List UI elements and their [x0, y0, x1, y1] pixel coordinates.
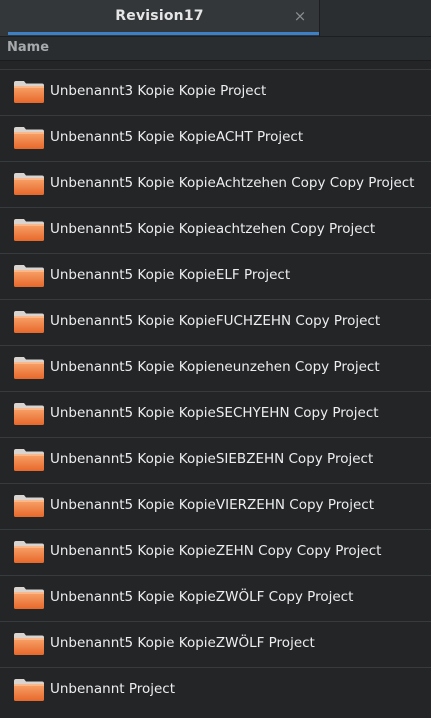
- folder-icon: [14, 265, 44, 287]
- file-name: Unbenannt5 Kopie KopieZEHN Copy Copy Pro…: [50, 543, 382, 559]
- file-row[interactable]: Unbenannt5 Kopie KopieZWÖLF Project: [0, 621, 431, 667]
- folder-icon: [14, 541, 44, 563]
- tab-revision[interactable]: Revision17 ×: [0, 0, 320, 36]
- file-name: Unbenannt5 Kopie KopieZWÖLF Project: [50, 635, 315, 651]
- folder-icon: [14, 449, 44, 471]
- file-row[interactable]: Unbenannt5 Kopie KopieZWÖLF Copy Project: [0, 575, 431, 621]
- file-row[interactable]: Unbenannt5 Kopie Kopieneunzehen Copy Pro…: [0, 345, 431, 391]
- folder-icon: [14, 587, 44, 609]
- file-name: Unbenannt5 Kopie KopieFUCHZEHN Copy Proj…: [50, 313, 381, 329]
- folder-icon: [14, 495, 44, 517]
- file-name: Unbenannt5 Kopie KopieAchtzehen Copy Cop…: [50, 175, 415, 191]
- file-row[interactable]: Unbenannt5 Kopie KopieVIERZEHN Copy Proj…: [0, 483, 431, 529]
- file-name: Unbenannt5 Kopie KopieSIEBZEHN Copy Proj…: [50, 451, 374, 467]
- file-row[interactable]: Unbenannt5 Kopie KopieSIEBZEHN Copy Proj…: [0, 437, 431, 483]
- file-name: Unbenannt5 Kopie KopieACHT Project: [50, 129, 304, 145]
- file-row[interactable]: Unbenannt5 Kopie KopieFUCHZEHN Copy Proj…: [0, 299, 431, 345]
- file-name: Unbenannt5 Kopie KopieZWÖLF Copy Project: [50, 589, 354, 605]
- file-name: Unbenannt Project: [50, 681, 176, 697]
- file-row[interactable]: Unbenannt5 Kopie KopieZEHN Copy Copy Pro…: [0, 529, 431, 575]
- active-tab-indicator: [8, 32, 319, 35]
- folder-icon: [14, 357, 44, 379]
- close-icon[interactable]: ×: [292, 7, 308, 25]
- folder-icon: [14, 81, 44, 103]
- file-list: Unbenannt3 Kopie Kopie Project Unbenannt5…: [0, 61, 431, 718]
- tab-title: Revision17: [115, 8, 204, 24]
- tab-bar: Revision17 ×: [0, 0, 431, 37]
- file-row[interactable]: Unbenannt5 Kopie KopieSECHYEHN Copy Proj…: [0, 391, 431, 437]
- column-header-label: Name: [7, 40, 50, 55]
- folder-icon: [14, 219, 44, 241]
- file-name: Unbenannt3 Kopie Kopie Project: [50, 83, 267, 99]
- file-name: Unbenannt5 Kopie Kopieneunzehen Copy Pro…: [50, 359, 380, 375]
- folder-icon: [14, 633, 44, 655]
- file-row[interactable]: Unbenannt5 Kopie KopieACHT Project: [0, 115, 431, 161]
- folder-icon: [14, 403, 44, 425]
- file-name: Unbenannt5 Kopie KopieSECHYEHN Copy Proj…: [50, 405, 379, 421]
- file-name: Unbenannt5 Kopie KopieVIERZEHN Copy Proj…: [50, 497, 375, 513]
- file-name: Unbenannt5 Kopie Kopieachtzehen Copy Pro…: [50, 221, 376, 237]
- folder-icon: [14, 311, 44, 333]
- column-header-name[interactable]: Name: [0, 37, 431, 61]
- file-name: Unbenannt5 Kopie KopieELF Project: [50, 267, 291, 283]
- file-row[interactable]: Unbenannt5 Kopie KopieELF Project: [0, 253, 431, 299]
- folder-icon: [14, 679, 44, 701]
- file-row[interactable]: Unbenannt3 Kopie Kopie Project: [0, 69, 431, 115]
- folder-icon: [14, 173, 44, 195]
- file-row[interactable]: Unbenannt Project: [0, 667, 431, 713]
- file-row[interactable]: Unbenannt5 Kopie KopieAchtzehen Copy Cop…: [0, 161, 431, 207]
- file-row[interactable]: Unbenannt5 Kopie Kopieachtzehen Copy Pro…: [0, 207, 431, 253]
- folder-icon: [14, 127, 44, 149]
